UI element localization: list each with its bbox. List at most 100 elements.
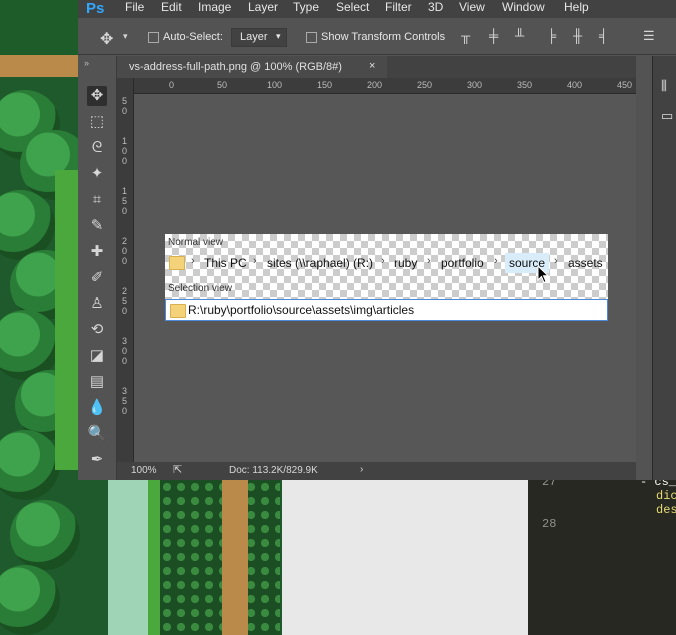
ruler-tick: 1 [122, 186, 128, 196]
ruler-tick: 3 [122, 386, 128, 396]
code-line: dic [656, 489, 676, 503]
chevron-right-icon: › [494, 255, 498, 267]
panel-icon[interactable]: ⫼ [661, 78, 667, 94]
ruler-tick: 300 [467, 80, 483, 90]
marquee-tool-icon[interactable]: ⬚ [87, 112, 107, 132]
tree-sprite [10, 500, 80, 570]
code-line: des [656, 503, 676, 517]
white-panel [282, 480, 528, 635]
show-transform-label: Show Transform Controls [321, 31, 446, 43]
healing-tool-icon[interactable]: ✚ [87, 242, 107, 262]
ruler-tick: 5 [122, 196, 128, 206]
photoshop-logo: Ps [86, 0, 105, 17]
ruler-tick: 0 [122, 256, 128, 266]
auto-select-dropdown[interactable]: Layer ▾ [231, 28, 287, 47]
menu-window[interactable]: Window [502, 0, 545, 14]
align-top-icon[interactable]: ╥ [461, 28, 470, 43]
ruler-tick: 150 [317, 80, 333, 90]
line-number: 28 [542, 517, 557, 531]
chevron-right-icon: › [381, 255, 385, 267]
move-tool-icon[interactable]: ✥ [87, 86, 107, 106]
ruler-tick: 0 [122, 406, 128, 416]
chevron-right-icon[interactable]: › [360, 464, 363, 475]
crop-tool-icon[interactable]: ⌗ [87, 190, 107, 210]
lasso-tool-icon[interactable]: ᘓ [87, 138, 107, 158]
ruler-tick: 0 [122, 206, 128, 216]
share-icon[interactable]: ⇱ [173, 463, 182, 476]
ruler-tick: 450 [617, 80, 633, 90]
ruler-tick: 200 [367, 80, 383, 90]
stamp-tool-icon[interactable]: ♙ [87, 294, 107, 314]
breadcrumb-item: assets [568, 256, 603, 270]
ruler-tick: 5 [122, 396, 128, 406]
menu-layer[interactable]: Layer [248, 0, 278, 14]
folder-icon [169, 256, 185, 270]
blur-tool-icon[interactable]: 💧 [87, 398, 107, 418]
ruler-tick: 0 [122, 346, 128, 356]
menu-file[interactable]: File [125, 0, 144, 14]
ruler-tick: 50 [217, 80, 228, 90]
properties-icon[interactable]: ▭ [661, 108, 673, 124]
align-vcenter-icon[interactable]: ╪ [489, 28, 498, 43]
ruler-tick: 5 [122, 96, 128, 106]
auto-select-label: Auto-Select: [163, 31, 223, 43]
ruler-tick: 3 [122, 336, 128, 346]
gradient-tool-icon[interactable]: ▤ [87, 372, 107, 392]
options-bar: ✥ ▾ Auto-Select: Layer ▾ Show Transform … [78, 18, 676, 55]
breadcrumb-item: portfolio [441, 256, 484, 270]
tree-sprite [0, 430, 60, 500]
magic-wand-tool-icon[interactable]: ✦ [87, 164, 107, 184]
ruler-tick: 5 [122, 296, 128, 306]
expand-panel-icon[interactable]: » [84, 58, 89, 68]
menu-type[interactable]: Type [293, 0, 319, 14]
distribute-icon[interactable]: ☰ [643, 28, 655, 44]
menu-edit[interactable]: Edit [161, 0, 182, 14]
menu-filter[interactable]: Filter [385, 0, 412, 14]
dirt-path [222, 480, 248, 635]
show-transform-checkbox[interactable] [306, 32, 317, 43]
doc-size[interactable]: Doc: 113.2K/829.9K [229, 465, 318, 476]
menu-3d[interactable]: 3D [428, 0, 443, 14]
ruler-tick: 350 [517, 80, 533, 90]
ruler-tick: 0 [122, 156, 128, 166]
zoom-level[interactable]: 100% [131, 465, 157, 476]
vertical-ruler: 5 0 1 0 0 1 5 0 2 0 0 2 5 0 3 0 0 3 5 0 [117, 78, 134, 462]
dodge-tool-icon[interactable]: 🔍 [87, 424, 107, 444]
menu-view[interactable]: View [459, 0, 485, 14]
chevron-down-icon: ▾ [276, 31, 281, 41]
eraser-tool-icon[interactable]: ◪ [87, 346, 107, 366]
normal-view-label: Normal view [168, 237, 224, 248]
move-tool-icon[interactable]: ✥ [100, 29, 113, 49]
eyedropper-tool-icon[interactable]: ✎ [87, 216, 107, 236]
align-bottom-icon[interactable]: ╨ [515, 28, 524, 43]
menu-image[interactable]: Image [198, 0, 231, 14]
ruler-tick: 0 [169, 80, 175, 90]
folder-icon [170, 304, 186, 318]
menu-select[interactable]: Select [336, 0, 369, 14]
tools-panel: » ✥ ⬚ ᘓ ✦ ⌗ ✎ ✚ ✐ ♙ ⟲ ◪ ▤ 💧 🔍 ✒ [78, 56, 117, 480]
ruler-tick: 0 [122, 106, 128, 116]
horizontal-ruler: 0 50 100 150 200 250 300 350 400 450 [117, 78, 636, 94]
document-tab[interactable]: vs-address-full-path.png @ 100% (RGB/8#)… [117, 56, 387, 78]
ruler-tick: 100 [267, 80, 283, 90]
ruler-tick: 250 [417, 80, 433, 90]
address-path: R:\ruby\portfolio\source\assets\img\arti… [188, 303, 415, 317]
chevron-down-icon[interactable]: ▾ [123, 31, 128, 42]
align-left-icon[interactable]: ╞ [547, 28, 556, 43]
auto-select-checkbox[interactable] [148, 32, 159, 43]
close-icon[interactable]: × [369, 60, 375, 72]
chevron-right-icon: › [427, 255, 431, 267]
ruler-tick: 1 [122, 136, 128, 146]
grass-patch [55, 170, 78, 470]
chevron-right-icon: › [191, 255, 195, 267]
history-brush-tool-icon[interactable]: ⟲ [87, 320, 107, 340]
brush-tool-icon[interactable]: ✐ [87, 268, 107, 288]
pen-tool-icon[interactable]: ✒ [87, 450, 107, 470]
align-hcenter-icon[interactable]: ╫ [573, 28, 582, 43]
ruler-tick: 0 [122, 146, 128, 156]
tree-sprite [0, 565, 60, 635]
align-right-icon[interactable]: ╡ [599, 28, 608, 43]
status-bar: 100% ⇱ Doc: 113.2K/829.9K › [117, 462, 636, 480]
breadcrumb-item: sites (\\raphael) (R:) [267, 256, 374, 270]
menu-help[interactable]: Help [564, 0, 589, 14]
